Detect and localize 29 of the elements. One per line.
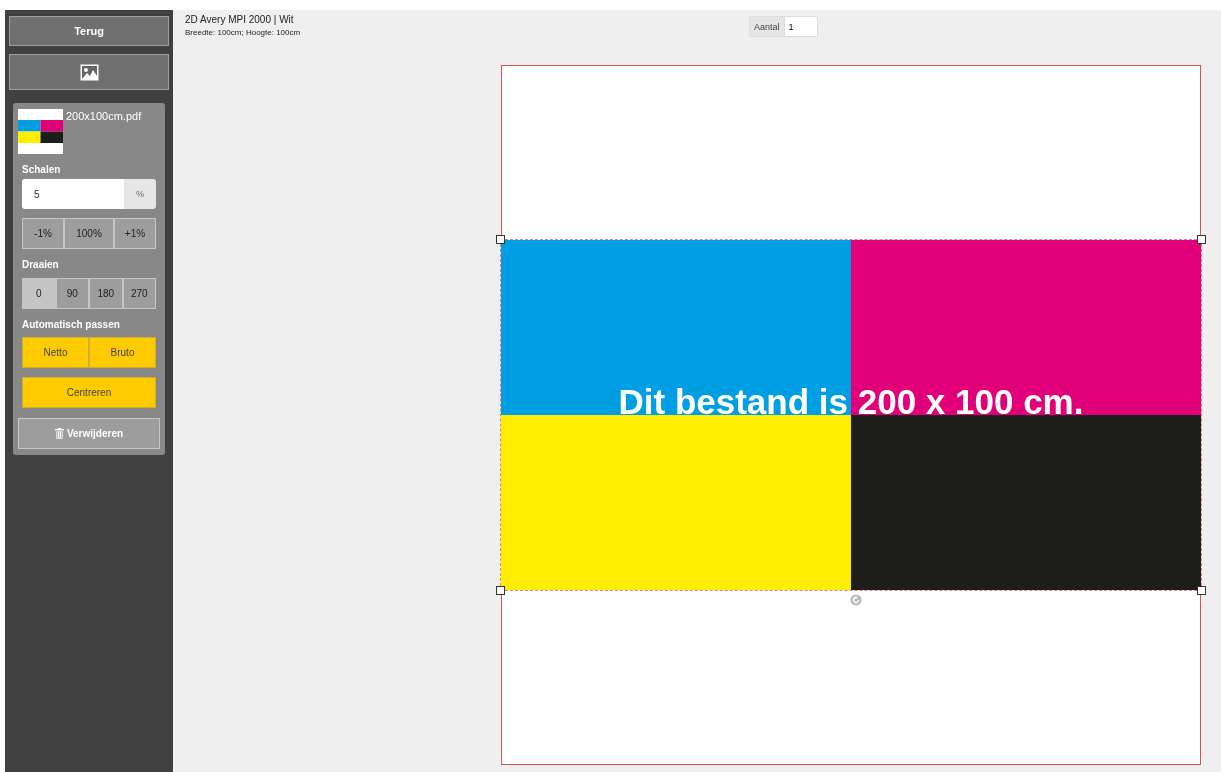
scale-step-button[interactable]: -1% <box>22 218 64 249</box>
dimensions-text: Breedte: 100cm; Hoogte: 100cm <box>185 28 302 37</box>
resize-handle[interactable] <box>496 235 505 244</box>
image-icon <box>79 63 99 81</box>
back-button[interactable]: Terug <box>9 16 169 46</box>
center-button[interactable]: Centreren <box>22 377 156 408</box>
resize-handle[interactable] <box>1197 235 1206 244</box>
scale-field[interactable]: 5 <box>22 179 124 209</box>
product-title: 2D Avery MPI 2000 | Wit <box>185 14 295 25</box>
image-button[interactable] <box>9 54 169 90</box>
artwork-text: Dit bestand is 200 x 100 cm. <box>617 382 1085 422</box>
unit-label: % <box>124 179 156 209</box>
fit-button[interactable]: Netto <box>22 337 89 368</box>
rotation-button[interactable]: 180 <box>89 278 123 309</box>
scale-step-button[interactable]: 100% <box>64 218 114 249</box>
resize-handle[interactable] <box>1197 586 1206 595</box>
autofit-label: Automatisch passen <box>22 319 121 330</box>
rotate-handle-icon[interactable] <box>850 594 862 606</box>
file-thumbnail <box>18 109 63 154</box>
fit-button[interactable]: Bruto <box>89 337 156 368</box>
rotation-button[interactable]: 0 <box>22 278 56 309</box>
file-name: 200x100cm.pdf <box>66 110 142 122</box>
rotation-button[interactable]: 90 <box>55 278 89 309</box>
resize-handle[interactable] <box>496 586 505 595</box>
scale-label: Schalen <box>22 164 62 175</box>
trash-icon <box>54 428 64 439</box>
rotate-label: Draaien <box>22 259 60 270</box>
rotation-button[interactable]: 270 <box>122 278 156 309</box>
scale-step-button[interactable]: +1% <box>114 218 156 249</box>
